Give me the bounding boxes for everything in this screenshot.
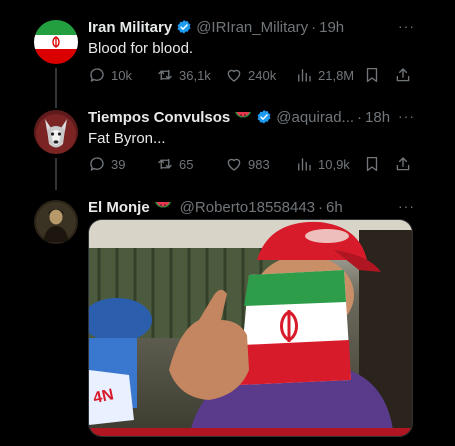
reply-button[interactable]: 10k [88, 66, 132, 84]
tweet-header: El Monje @Roberto18558443 · 6h [88, 197, 343, 217]
thread-line [55, 158, 57, 190]
reply-count: 39 [111, 156, 126, 172]
more-options-icon[interactable]: ··· [398, 108, 415, 124]
retweet-button[interactable]: 65 [156, 155, 193, 173]
author-handle[interactable]: @IRIran_Military [196, 19, 308, 36]
like-count: 240k [248, 67, 277, 83]
iran-flag-icon [34, 20, 78, 64]
share-icon [396, 157, 410, 171]
timestamp[interactable]: 18h [365, 109, 390, 126]
retweet-count: 36,1k [179, 67, 211, 83]
separator-dot: · [311, 18, 317, 36]
author-name[interactable]: Tiempos Convulsos [88, 109, 230, 126]
iran-flag-avatar[interactable] [34, 20, 78, 64]
retweet-icon [158, 69, 172, 81]
views-chart-icon [298, 158, 311, 171]
share-button[interactable] [394, 155, 412, 173]
separator-dot: · [318, 198, 324, 216]
author-handle[interactable]: @Roberto18558443 [180, 199, 315, 216]
tweet-text: Fat Byron... [88, 130, 166, 147]
tweet-text: Blood for blood. [88, 40, 194, 57]
tweet-header: Iran Military @IRIran_Military · 19h [88, 17, 344, 37]
wolf-icon [34, 110, 78, 154]
watermelon-icon [154, 200, 172, 214]
tweet-header: Tiempos Convulsos @aquirad... · 18h [88, 107, 390, 127]
tweet-iran-military[interactable]: Iran Military @IRIran_Military · 19h ···… [0, 0, 455, 108]
reply-count: 10k [111, 67, 132, 83]
views-button[interactable]: 10,9k [295, 155, 350, 173]
reply-icon [90, 157, 104, 171]
heart-icon [227, 69, 241, 82]
photo-man-red-cap-iran-flag-mask: 4N [89, 220, 412, 436]
bookmark-button[interactable] [363, 155, 381, 173]
author-name[interactable]: Iran Military [88, 19, 172, 36]
wolf-avatar[interactable] [34, 110, 78, 154]
reply-button[interactable]: 39 [88, 155, 125, 173]
tweet-actions: 10k 36,1k 240k 21,8M [88, 65, 418, 85]
portrait-avatar[interactable] [34, 200, 78, 244]
retweet-button[interactable]: 36,1k [156, 66, 211, 84]
share-icon [396, 68, 410, 82]
retweet-icon [158, 158, 172, 170]
share-button[interactable] [394, 66, 412, 84]
views-count: 10,9k [318, 156, 350, 172]
tweet-tiempos-convulsos[interactable]: Tiempos Convulsos @aquirad... · 18h ··· … [0, 100, 455, 190]
retweet-count: 65 [179, 156, 194, 172]
bookmark-button[interactable] [363, 66, 381, 84]
reply-icon [90, 68, 104, 82]
timestamp[interactable]: 19h [319, 19, 344, 36]
author-name[interactable]: El Monje [88, 199, 150, 216]
verified-badge-icon [176, 19, 192, 35]
heart-icon [227, 158, 241, 171]
more-options-icon[interactable]: ··· [398, 198, 415, 214]
views-count: 21,8M [318, 67, 355, 83]
like-button[interactable]: 240k [225, 66, 276, 84]
timestamp[interactable]: 6h [326, 199, 343, 216]
like-count: 983 [248, 156, 270, 172]
bookmark-icon [366, 156, 378, 172]
more-options-icon[interactable]: ··· [398, 18, 415, 34]
separator-dot: · [357, 108, 363, 126]
views-chart-icon [298, 69, 311, 82]
like-button[interactable]: 983 [225, 155, 270, 173]
bookmark-icon [366, 67, 378, 83]
verified-badge-icon [256, 109, 272, 125]
watermelon-icon [234, 110, 252, 124]
author-handle[interactable]: @aquirad... [276, 109, 354, 126]
portrait-icon [34, 200, 78, 244]
views-button[interactable]: 21,8M [295, 66, 354, 84]
tweet-actions: 39 65 983 10,9k [88, 154, 418, 174]
tweet-media-photo[interactable]: 4N [88, 219, 413, 437]
